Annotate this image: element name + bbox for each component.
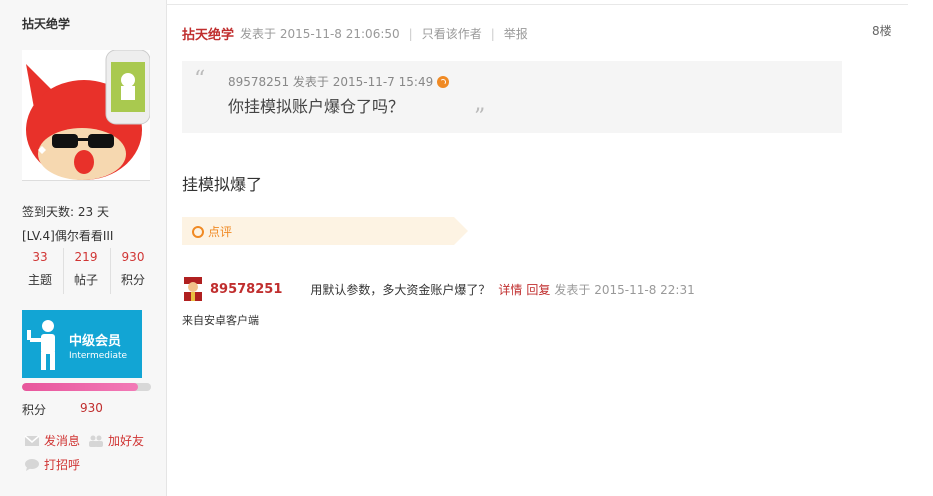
quote-meta: 89578251 发表于 2015-11-7 15:49 [228, 73, 450, 90]
quote-block: “ 89578251 发表于 2015-11-7 15:49 你挂模拟账户爆仓了… [182, 61, 842, 133]
stat-threads[interactable]: 33 主题 [18, 247, 62, 290]
user-level: [LV.4]偶尔看看III [22, 229, 114, 243]
reply-text: 用默认参数，多大资金账户爆了？ [310, 282, 491, 297]
points-value: 930 [80, 401, 103, 415]
stat-threads-value: 33 [32, 250, 48, 264]
stat-posts-value: 219 [74, 250, 98, 264]
stat-points-label: 积分 [120, 273, 145, 287]
quote-meta-text: 89578251 发表于 2015-11-7 15:49 [228, 75, 434, 89]
level-progress-fill [22, 383, 139, 391]
add-friend-label: 加好友 [108, 434, 145, 448]
only-author-link[interactable]: 只看该作者 [422, 25, 482, 42]
reply-source: 来自安卓客户端 [182, 314, 259, 327]
checkin-days: 签到天数: 23 天 [22, 205, 109, 219]
stat-posts-label: 帖子 [73, 273, 98, 287]
post-header: 拈天绝学 发表于 2015-11-8 21:06:50 | 只看该作者 | 举报 [182, 24, 528, 44]
badge-title: 中级会员 [69, 334, 122, 349]
separator: | [490, 26, 495, 41]
divider [166, 4, 908, 5]
add-friend-button[interactable]: 加好友 [88, 432, 144, 449]
open-quote-icon: “ [194, 67, 206, 92]
member-person-icon [27, 320, 55, 370]
friends-icon [89, 435, 103, 447]
comment-button[interactable]: 点评 [192, 223, 232, 240]
points-label: 积分 [22, 403, 47, 417]
user-sidebar: 拈天绝学 签到天数: 23 天 [LV.4]偶尔看看III 33 主题 219 … [0, 0, 167, 496]
comment-ring-icon [192, 225, 204, 238]
badge-subtitle: Intermediate [69, 351, 128, 361]
stat-points[interactable]: 930 积分 [111, 247, 155, 290]
quote-text: 你挂模拟账户爆仓了吗？ [228, 97, 405, 116]
envelope-icon [24, 434, 40, 446]
post-author[interactable]: 拈天绝学 [182, 24, 234, 43]
comment-bar[interactable]: 点评 [182, 217, 468, 245]
avatar[interactable] [22, 50, 150, 181]
reply-reply-link[interactable]: 回复 [526, 281, 550, 298]
separator: | [408, 26, 413, 41]
post-time: 发表于 2015-11-8 21:06:50 [240, 27, 400, 41]
speech-bubble-icon [25, 458, 39, 471]
reply-avatar[interactable] [182, 277, 204, 301]
stat-points-value: 930 [121, 250, 145, 264]
level-progress-bar [22, 383, 151, 391]
stat-threads-label: 主题 [27, 273, 52, 287]
stat-posts[interactable]: 219 帖子 [64, 247, 108, 290]
sidebar-username[interactable]: 拈天绝学 [22, 15, 70, 32]
comment-label: 点评 [208, 225, 233, 239]
reply-detail-link[interactable]: 详情 [498, 281, 522, 298]
send-message-button[interactable]: 发消息 [24, 432, 80, 449]
reply-username[interactable]: 89578251 [210, 282, 282, 297]
floor-number[interactable]: 8楼 [872, 22, 892, 39]
jump-to-post-icon[interactable] [437, 75, 450, 88]
report-link[interactable]: 举报 [504, 25, 528, 42]
comment-row: 89578251 用默认参数，多大资金账户爆了？ 详情 回复 发表于 2015-… [182, 277, 695, 301]
reply-time: 发表于 2015-11-8 22:31 [554, 282, 695, 297]
member-badge: 中级会员 Intermediate [22, 310, 142, 378]
send-message-label: 发消息 [44, 434, 81, 448]
greet-label: 打招呼 [44, 458, 81, 472]
post-body: 挂模拟爆了 [182, 175, 263, 194]
close-quote-icon: ” [474, 105, 486, 130]
greet-button[interactable]: 打招呼 [24, 456, 80, 473]
